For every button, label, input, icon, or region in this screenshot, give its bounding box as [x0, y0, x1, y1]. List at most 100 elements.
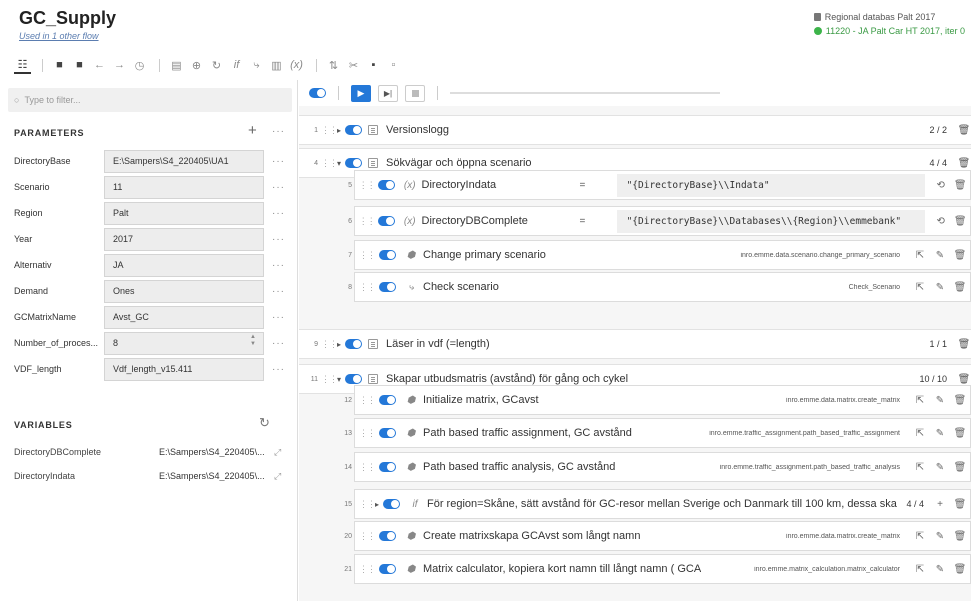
- back-arrow-icon[interactable]: ←: [91, 57, 108, 74]
- parameter-value-input[interactable]: E:\Sampers\S4_220405\UA1: [104, 149, 264, 173]
- parameter-options-icon[interactable]: ···: [272, 156, 285, 167]
- enable-toggle[interactable]: [379, 395, 396, 405]
- parameter-options-icon[interactable]: ···: [272, 234, 285, 245]
- enable-toggle[interactable]: [378, 216, 395, 226]
- used-in-link[interactable]: Used in 1 other flow: [19, 31, 99, 41]
- history-icon[interactable]: ◷: [131, 57, 148, 74]
- refresh-icon[interactable]: ↻: [259, 415, 270, 431]
- flow-step-row[interactable]: ⋮⋮ (x) DirectoryDBComplete = "{DirectoryBase…: [348, 206, 971, 236]
- parameter-value-input[interactable]: 11: [104, 175, 264, 199]
- drag-handle-icon[interactable]: ⋮⋮: [355, 462, 379, 473]
- stepper-icon[interactable]: ▲ ▼: [250, 334, 256, 348]
- drag-handle-icon[interactable]: ⋮⋮: [355, 395, 379, 406]
- delete-icon[interactable]: 🗑: [950, 564, 970, 575]
- parameter-options-icon[interactable]: ···: [272, 182, 285, 193]
- parameter-options-icon[interactable]: ···: [272, 338, 285, 349]
- expression-input[interactable]: "{DirectoryBase}\\Databases\\{Region}\\e…: [616, 209, 925, 233]
- delete-icon[interactable]: 🗑: [950, 499, 970, 510]
- open-external-icon[interactable]: ⇱: [910, 250, 930, 261]
- refresh-value-icon[interactable]: ⟲: [931, 180, 951, 191]
- delete-icon[interactable]: 🗑: [950, 180, 970, 191]
- enable-toggle[interactable]: [379, 531, 396, 541]
- drag-handle-icon[interactable]: ⋮⋮: [321, 158, 338, 169]
- open-external-icon[interactable]: ⇱: [910, 428, 930, 439]
- delete-icon[interactable]: 🗑: [950, 250, 970, 261]
- parameter-value-input[interactable]: 2017: [104, 227, 264, 251]
- drag-handle-icon[interactable]: ⋮⋮: [355, 250, 379, 261]
- delete-icon[interactable]: 🗑: [957, 125, 971, 136]
- forward-arrow-icon[interactable]: →: [111, 57, 128, 74]
- flow-step-row[interactable]: ⋮⋮ (x) DirectoryIndata = "{DirectoryBase}\\I…: [348, 170, 971, 200]
- edit-icon[interactable]: ✎: [930, 462, 950, 473]
- flow-group-row[interactable]: 9 ⋮⋮ ▸ Läser in vdf (=length) 1 / 1 🗑: [299, 329, 971, 359]
- refresh-value-icon[interactable]: ⟲: [931, 216, 951, 227]
- edit-icon[interactable]: ✎: [930, 282, 950, 293]
- flow-step-row[interactable]: ⋮⋮ ⬢ Path based traffic analysis, GC avstå…: [344, 452, 971, 482]
- expression-input[interactable]: "{DirectoryBase}\\Indata": [616, 173, 925, 197]
- flow-step-row[interactable]: ⋮⋮ ⤷ Check scenario Check_Scenario ⇱ ✎ 🗑 8: [348, 272, 971, 302]
- open-external-icon[interactable]: ⇱: [910, 462, 930, 473]
- add-step-icon[interactable]: +: [930, 499, 950, 510]
- drag-handle-icon[interactable]: ⋮⋮: [321, 374, 338, 385]
- flow-step-row[interactable]: ⋮⋮ ⬢ Change primary scenario inro.emme.data…: [348, 240, 971, 270]
- edit-icon[interactable]: ✎: [930, 395, 950, 406]
- add-parameter-icon[interactable]: +: [248, 122, 257, 139]
- expand-caret-icon[interactable]: ▾: [333, 159, 345, 168]
- loop-icon[interactable]: ↻: [208, 57, 225, 74]
- open-external-icon[interactable]: ⇱: [910, 564, 930, 575]
- expand-icon[interactable]: ⤢: [274, 447, 281, 458]
- run-button[interactable]: ▶: [351, 84, 371, 102]
- enable-toggle[interactable]: [345, 158, 362, 168]
- drag-handle-icon[interactable]: ⋮⋮: [355, 428, 379, 439]
- expand-caret-icon[interactable]: ▸: [333, 340, 345, 349]
- delete-icon[interactable]: 🗑: [950, 428, 970, 439]
- flow-step-row[interactable]: ⋮⋮ ⬢ Initialize matrix, GCavst inro.emme.da…: [344, 385, 971, 415]
- delete-icon[interactable]: 🗑: [957, 158, 971, 169]
- enable-toggle[interactable]: [345, 339, 362, 349]
- expand-caret-icon[interactable]: ▸: [333, 126, 345, 135]
- tool-icon[interactable]: ⊕: [188, 57, 205, 74]
- edit-icon[interactable]: ✎: [930, 531, 950, 542]
- parameter-options-icon[interactable]: ···: [272, 286, 285, 297]
- enable-toggle[interactable]: [383, 499, 400, 509]
- delete-icon[interactable]: 🗑: [950, 395, 970, 406]
- variable-icon[interactable]: (x): [288, 57, 305, 74]
- open-external-icon[interactable]: ⇱: [910, 282, 930, 293]
- drag-handle-icon[interactable]: ⋮⋮: [321, 339, 338, 350]
- enable-toggle[interactable]: [345, 374, 362, 384]
- if-icon[interactable]: if: [228, 57, 245, 74]
- delete-icon[interactable]: 🗑: [957, 339, 971, 350]
- save-icon[interactable]: ■: [51, 57, 68, 74]
- flow-icon[interactable]: ⤷: [248, 57, 265, 74]
- drag-handle-icon[interactable]: ⋮⋮: [355, 180, 378, 191]
- flow-step-row[interactable]: ⋮⋮ ⬢ Matrix calculator, kopiera kort namn …: [344, 554, 971, 584]
- delete-icon[interactable]: 🗑: [950, 216, 970, 227]
- delete-icon[interactable]: 🗑: [950, 282, 970, 293]
- edit-icon[interactable]: ✎: [930, 250, 950, 261]
- flow-step-row[interactable]: ⋮⋮ ⬢ Create matrixskapa GCAvst som långt n…: [344, 521, 971, 551]
- parameter-options-icon[interactable]: ···: [272, 364, 285, 375]
- paste-icon[interactable]: ▫: [385, 57, 402, 74]
- expand-icon[interactable]: ⤢: [274, 471, 281, 482]
- parameter-value-input[interactable]: 8: [104, 331, 264, 355]
- step-button[interactable]: ▶|: [378, 84, 398, 102]
- flow-enable-toggle[interactable]: [309, 88, 326, 98]
- enable-toggle[interactable]: [379, 250, 396, 260]
- sliders-icon[interactable]: ☷: [14, 57, 31, 74]
- enable-toggle[interactable]: [379, 428, 396, 438]
- scenario-name[interactable]: 11220 - JA Palt Car HT 2017, iter 0: [826, 24, 965, 38]
- drag-handle-icon[interactable]: ⋮⋮: [321, 125, 338, 136]
- expand-caret-icon[interactable]: ▾: [333, 375, 345, 384]
- sort-icon[interactable]: ⇅: [325, 57, 342, 74]
- parameter-options-icon[interactable]: ···: [272, 260, 285, 271]
- stop-button[interactable]: [405, 84, 425, 102]
- flow-step-row[interactable]: ⋮⋮ ▸ if För region=Skåne, sätt avstånd för …: [344, 489, 971, 519]
- parameter-value-input[interactable]: Avst_GC: [104, 305, 264, 329]
- parameter-options-icon[interactable]: ···: [272, 312, 285, 323]
- drag-handle-icon[interactable]: ⋮⋮: [355, 282, 379, 293]
- enable-toggle[interactable]: [379, 564, 396, 574]
- parameter-value-input[interactable]: Palt: [104, 201, 264, 225]
- drag-handle-icon[interactable]: ⋮⋮: [355, 216, 378, 227]
- flow-group-row[interactable]: 1 ⋮⋮ ▸ Versionslogg 2 / 2 🗑: [299, 115, 971, 145]
- parameter-value-input[interactable]: JA: [104, 253, 264, 277]
